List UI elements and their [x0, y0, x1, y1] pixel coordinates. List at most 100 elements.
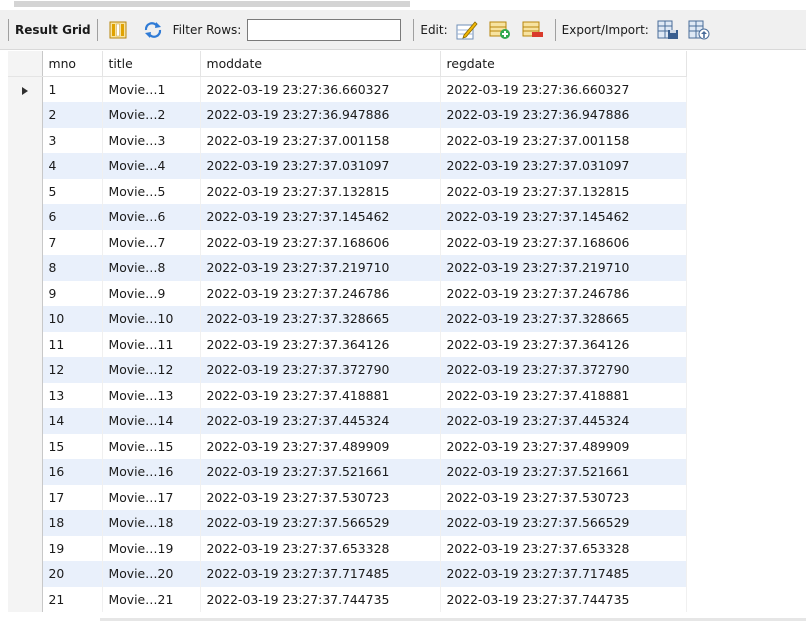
cell-mno[interactable]: 12	[42, 357, 103, 383]
cell-regdate[interactable]: 2022-03-19 23:27:37.566529	[440, 510, 687, 536]
cell-mno[interactable]: 15	[42, 433, 103, 459]
cell-moddate[interactable]: 2022-03-19 23:27:37.001158	[200, 127, 441, 153]
cell-mno[interactable]: 3	[42, 127, 103, 153]
row-indicator[interactable]	[8, 357, 43, 383]
table-row[interactable]: 10 Movie…10 2022-03-19 23:27:37.328665 2022…	[8, 306, 687, 332]
row-indicator[interactable]	[8, 280, 43, 306]
cell-regdate[interactable]: 2022-03-19 23:27:37.445324	[440, 408, 687, 434]
cell-title[interactable]: Movie…21	[102, 586, 201, 612]
add-row-icon[interactable]	[489, 19, 511, 41]
table-row[interactable]: 9 Movie…9 2022-03-19 23:27:37.246786 2022-0…	[8, 280, 687, 306]
table-row[interactable]: 14 Movie…14 2022-03-19 23:27:37.445324 2022…	[8, 408, 687, 434]
cell-moddate[interactable]: 2022-03-19 23:27:37.145462	[200, 204, 441, 230]
table-row[interactable]: 21 Movie…21 2022-03-19 23:27:37.744735 2022…	[8, 586, 687, 612]
table-row[interactable]: 3 Movie…3 2022-03-19 23:27:37.001158 2022-0…	[8, 127, 687, 153]
cell-mno[interactable]: 18	[42, 510, 103, 536]
cell-title[interactable]: Movie…20	[102, 561, 201, 587]
table-row[interactable]: 12 Movie…12 2022-03-19 23:27:37.372790 2022…	[8, 357, 687, 383]
cell-title[interactable]: Movie…17	[102, 484, 201, 510]
table-row[interactable]: 1 Movie…1 2022-03-19 23:27:36.660327 2022-0…	[8, 76, 687, 102]
row-indicator[interactable]	[8, 229, 43, 255]
cell-title[interactable]: Movie…11	[102, 331, 201, 357]
horizontal-scrollbar[interactable]	[14, 1, 410, 7]
table-row[interactable]: 11 Movie…11 2022-03-19 23:27:37.364126 2022…	[8, 331, 687, 357]
cell-regdate[interactable]: 2022-03-19 23:27:37.717485	[440, 561, 687, 587]
cell-title[interactable]: Movie…7	[102, 229, 201, 255]
row-indicator[interactable]	[8, 586, 43, 612]
cell-regdate[interactable]: 2022-03-19 23:27:37.168606	[440, 229, 687, 255]
cell-moddate[interactable]: 2022-03-19 23:27:37.328665	[200, 306, 441, 332]
cell-moddate[interactable]: 2022-03-19 23:27:37.246786	[200, 280, 441, 306]
cell-title[interactable]: Movie…2	[102, 102, 201, 128]
grid-layout-icon[interactable]	[107, 19, 129, 41]
cell-title[interactable]: Movie…4	[102, 153, 201, 179]
cell-title[interactable]: Movie…16	[102, 459, 201, 485]
result-grid-tab[interactable]: Result Grid	[15, 23, 91, 37]
row-indicator[interactable]	[8, 484, 43, 510]
cell-moddate[interactable]: 2022-03-19 23:27:36.660327	[200, 76, 441, 102]
cell-mno[interactable]: 2	[42, 102, 103, 128]
cell-moddate[interactable]: 2022-03-19 23:27:37.372790	[200, 357, 441, 383]
cell-moddate[interactable]: 2022-03-19 23:27:37.489909	[200, 433, 441, 459]
refresh-icon[interactable]	[142, 19, 164, 41]
table-row[interactable]: 5 Movie…5 2022-03-19 23:27:37.132815 2022-0…	[8, 178, 687, 204]
row-indicator[interactable]	[8, 178, 43, 204]
table-row[interactable]: 17 Movie…17 2022-03-19 23:27:37.530723 2022…	[8, 484, 687, 510]
row-indicator[interactable]	[8, 408, 43, 434]
cell-mno[interactable]: 6	[42, 204, 103, 230]
cell-moddate[interactable]: 2022-03-19 23:27:37.364126	[200, 331, 441, 357]
cell-mno[interactable]: 20	[42, 561, 103, 587]
cell-title[interactable]: Movie…5	[102, 178, 201, 204]
delete-row-icon[interactable]	[522, 19, 544, 41]
cell-title[interactable]: Movie…1	[102, 76, 201, 102]
cell-moddate[interactable]: 2022-03-19 23:27:37.132815	[200, 178, 441, 204]
column-header-moddate[interactable]: moddate	[200, 51, 441, 77]
cell-moddate[interactable]: 2022-03-19 23:27:37.744735	[200, 586, 441, 612]
edit-cell-icon[interactable]	[456, 19, 478, 41]
cell-title[interactable]: Movie…10	[102, 306, 201, 332]
cell-title[interactable]: Movie…13	[102, 382, 201, 408]
table-row[interactable]: 18 Movie…18 2022-03-19 23:27:37.566529 2022…	[8, 510, 687, 536]
row-indicator[interactable]	[8, 433, 43, 459]
row-indicator[interactable]	[8, 306, 43, 332]
cell-title[interactable]: Movie…3	[102, 127, 201, 153]
cell-mno[interactable]: 17	[42, 484, 103, 510]
row-indicator[interactable]	[8, 76, 43, 102]
cell-regdate[interactable]: 2022-03-19 23:27:37.328665	[440, 306, 687, 332]
row-indicator[interactable]	[8, 535, 43, 561]
cell-moddate[interactable]: 2022-03-19 23:27:37.418881	[200, 382, 441, 408]
cell-mno[interactable]: 7	[42, 229, 103, 255]
cell-regdate[interactable]: 2022-03-19 23:27:37.521661	[440, 459, 687, 485]
cell-mno[interactable]: 19	[42, 535, 103, 561]
cell-mno[interactable]: 1	[42, 76, 103, 102]
cell-mno[interactable]: 8	[42, 255, 103, 281]
cell-title[interactable]: Movie…9	[102, 280, 201, 306]
cell-regdate[interactable]: 2022-03-19 23:27:37.031097	[440, 153, 687, 179]
cell-title[interactable]: Movie…14	[102, 408, 201, 434]
cell-mno[interactable]: 9	[42, 280, 103, 306]
export-icon[interactable]	[657, 19, 679, 41]
cell-regdate[interactable]: 2022-03-19 23:27:37.372790	[440, 357, 687, 383]
row-indicator[interactable]	[8, 382, 43, 408]
table-row[interactable]: 8 Movie…8 2022-03-19 23:27:37.219710 2022-0…	[8, 255, 687, 281]
cell-title[interactable]: Movie…8	[102, 255, 201, 281]
table-row[interactable]: 15 Movie…15 2022-03-19 23:27:37.489909 2022…	[8, 433, 687, 459]
cell-regdate[interactable]: 2022-03-19 23:27:37.132815	[440, 178, 687, 204]
cell-regdate[interactable]: 2022-03-19 23:27:37.744735	[440, 586, 687, 612]
cell-regdate[interactable]: 2022-03-19 23:27:36.660327	[440, 76, 687, 102]
column-header-mno[interactable]: mno	[42, 51, 103, 77]
cell-regdate[interactable]: 2022-03-19 23:27:37.418881	[440, 382, 687, 408]
filter-rows-input[interactable]	[247, 18, 402, 41]
cell-mno[interactable]: 5	[42, 178, 103, 204]
cell-regdate[interactable]: 2022-03-19 23:27:37.246786	[440, 280, 687, 306]
row-indicator[interactable]	[8, 459, 43, 485]
cell-moddate[interactable]: 2022-03-19 23:27:37.445324	[200, 408, 441, 434]
row-indicator[interactable]	[8, 510, 43, 536]
table-row[interactable]: 19 Movie…19 2022-03-19 23:27:37.653328 2022…	[8, 535, 687, 561]
table-row[interactable]: 6 Movie…6 2022-03-19 23:27:37.145462 2022-0…	[8, 204, 687, 230]
cell-mno[interactable]: 11	[42, 331, 103, 357]
cell-moddate[interactable]: 2022-03-19 23:27:37.566529	[200, 510, 441, 536]
cell-moddate[interactable]: 2022-03-19 23:27:37.530723	[200, 484, 441, 510]
row-indicator[interactable]	[8, 127, 43, 153]
table-row[interactable]: 4 Movie…4 2022-03-19 23:27:37.031097 2022-0…	[8, 153, 687, 179]
